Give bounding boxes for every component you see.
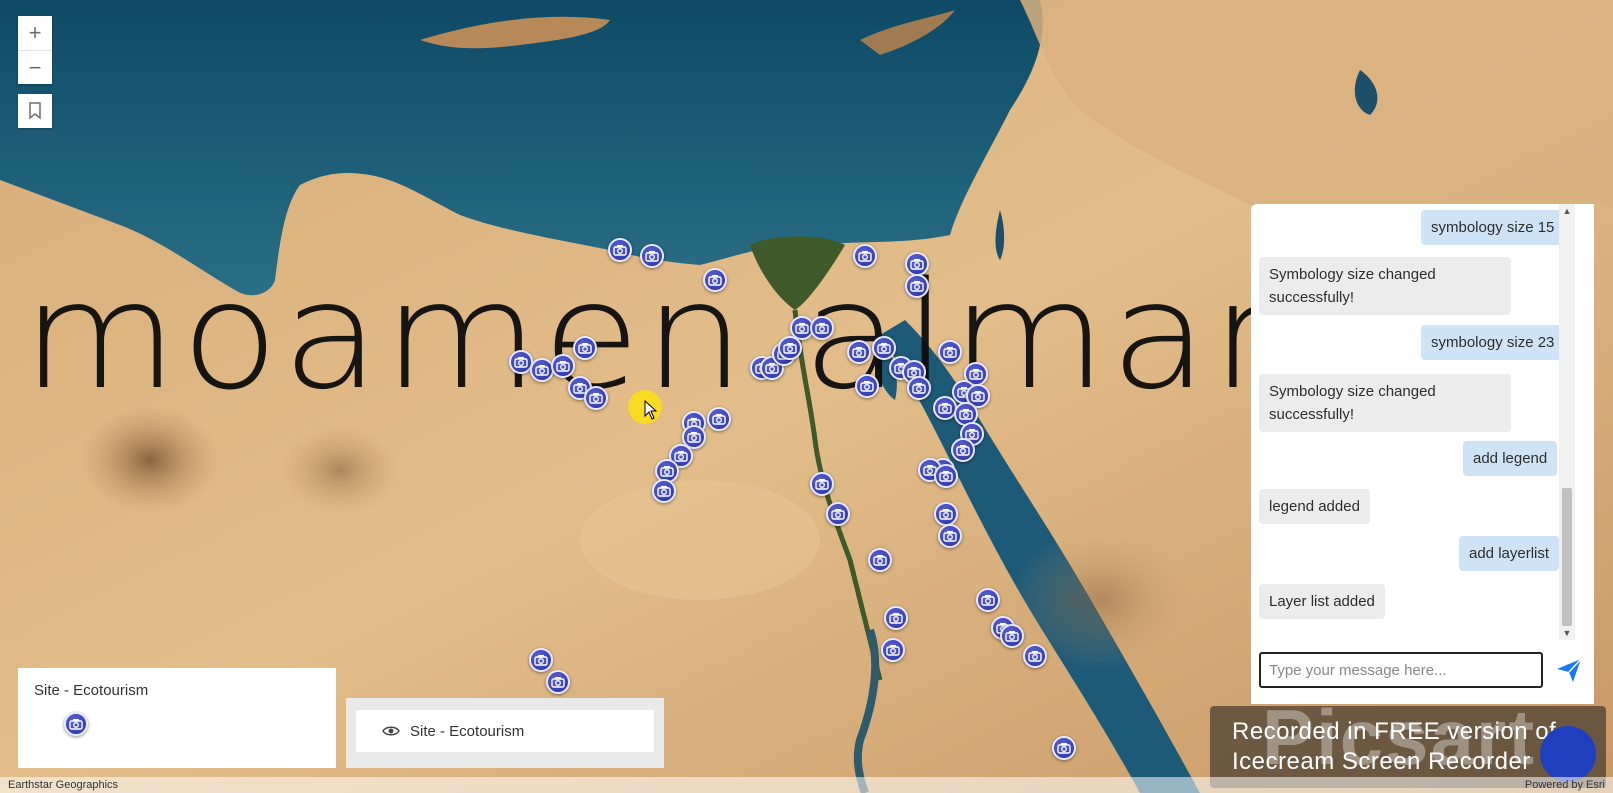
site-marker-camera-icon[interactable] <box>853 244 877 268</box>
chat-message-user: add legend <box>1463 441 1558 476</box>
site-marker-camera-icon[interactable] <box>872 336 896 360</box>
bookmarks-button[interactable] <box>18 94 52 128</box>
zoom-control: + − <box>18 16 52 84</box>
recorder-badge-icon <box>1540 726 1596 782</box>
recorder-watermark-line-2: Icecream Screen Recorder <box>1232 748 1531 775</box>
site-marker-camera-icon[interactable] <box>907 376 931 400</box>
chat-message-bot: Symbology size changed successfully! <box>1259 374 1511 432</box>
scroll-down-icon[interactable]: ▼ <box>1562 628 1572 638</box>
chat-message-bot: Layer list added <box>1259 584 1385 619</box>
chat-message-bot: Symbology size changed successfully! <box>1259 257 1511 315</box>
legend-layer-title: Site - Ecotourism <box>34 682 149 699</box>
site-marker-camera-icon[interactable] <box>938 524 962 548</box>
chat-scrollbar[interactable]: ▲ ▼ <box>1559 204 1575 640</box>
scroll-up-icon[interactable]: ▲ <box>1562 206 1572 216</box>
site-marker-camera-icon[interactable] <box>1023 644 1047 668</box>
site-marker-camera-icon[interactable] <box>855 374 879 398</box>
zoom-out-button[interactable]: − <box>18 50 52 84</box>
site-marker-camera-icon[interactable] <box>905 274 929 298</box>
chat-message-list[interactable]: symbology size 15 Symbology size changed… <box>1251 204 1575 640</box>
site-marker-camera-icon[interactable] <box>608 238 632 262</box>
site-marker-camera-icon[interactable] <box>934 464 958 488</box>
chat-message-user: symbology size 23 <box>1421 325 1565 360</box>
chat-message-user: add layerlist <box>1459 536 1560 571</box>
site-marker-camera-icon[interactable] <box>938 340 962 364</box>
powered-by-esri[interactable]: Powered by Esri <box>1525 779 1605 791</box>
site-marker-camera-icon[interactable] <box>707 407 731 431</box>
basemap-attribution[interactable]: Earthstar Geographics <box>8 779 118 791</box>
plus-icon: + <box>28 20 42 45</box>
site-marker-camera-icon[interactable] <box>1052 736 1076 760</box>
legend-symbol-camera-icon <box>64 712 88 736</box>
site-marker-camera-icon[interactable] <box>868 548 892 572</box>
legend-panel: Site - Ecotourism <box>18 668 336 768</box>
chat-panel: symbology size 15 Symbology size changed… <box>1251 204 1594 704</box>
site-marker-camera-icon[interactable] <box>778 336 802 360</box>
minus-icon: − <box>28 54 42 80</box>
zoom-in-button[interactable]: + <box>18 16 52 50</box>
site-marker-camera-icon[interactable] <box>951 438 975 462</box>
layer-list-panel: Site - Ecotourism <box>346 698 664 768</box>
site-marker-camera-icon[interactable] <box>905 252 929 276</box>
site-marker-camera-icon[interactable] <box>810 316 834 340</box>
recorder-watermark-line-1: Recorded in FREE version of <box>1232 718 1557 745</box>
site-marker-camera-icon[interactable] <box>529 648 553 672</box>
eye-icon[interactable] <box>382 725 400 737</box>
site-marker-camera-icon[interactable] <box>530 358 554 382</box>
bookmark-icon <box>29 102 41 120</box>
map-attribution-bar: Earthstar Geographics Powered by Esri <box>0 777 1613 793</box>
site-marker-camera-icon[interactable] <box>826 502 850 526</box>
site-marker-camera-icon[interactable] <box>640 244 664 268</box>
site-marker-camera-icon[interactable] <box>884 606 908 630</box>
site-marker-camera-icon[interactable] <box>584 386 608 410</box>
site-marker-camera-icon[interactable] <box>652 479 676 503</box>
chat-message-input[interactable] <box>1259 652 1543 688</box>
send-icon[interactable] <box>1555 656 1583 684</box>
site-marker-camera-icon[interactable] <box>881 638 905 662</box>
chat-message-bot: legend added <box>1259 489 1370 524</box>
site-marker-camera-icon[interactable] <box>810 472 834 496</box>
layer-list-item-label: Site - Ecotourism <box>410 722 525 740</box>
site-marker-camera-icon[interactable] <box>934 502 958 526</box>
site-marker-camera-icon[interactable] <box>573 336 597 360</box>
chat-message-user: symbology size 15 <box>1421 210 1565 245</box>
scrollbar-thumb[interactable] <box>1562 488 1572 626</box>
site-marker-camera-icon[interactable] <box>976 588 1000 612</box>
site-marker-camera-icon[interactable] <box>551 354 575 378</box>
site-marker-camera-icon[interactable] <box>1000 624 1024 648</box>
site-marker-camera-icon[interactable] <box>546 670 570 694</box>
mouse-cursor-icon <box>644 400 658 420</box>
site-marker-camera-icon[interactable] <box>703 268 727 292</box>
layer-list-item[interactable]: Site - Ecotourism <box>356 710 654 752</box>
site-marker-camera-icon[interactable] <box>847 340 871 364</box>
